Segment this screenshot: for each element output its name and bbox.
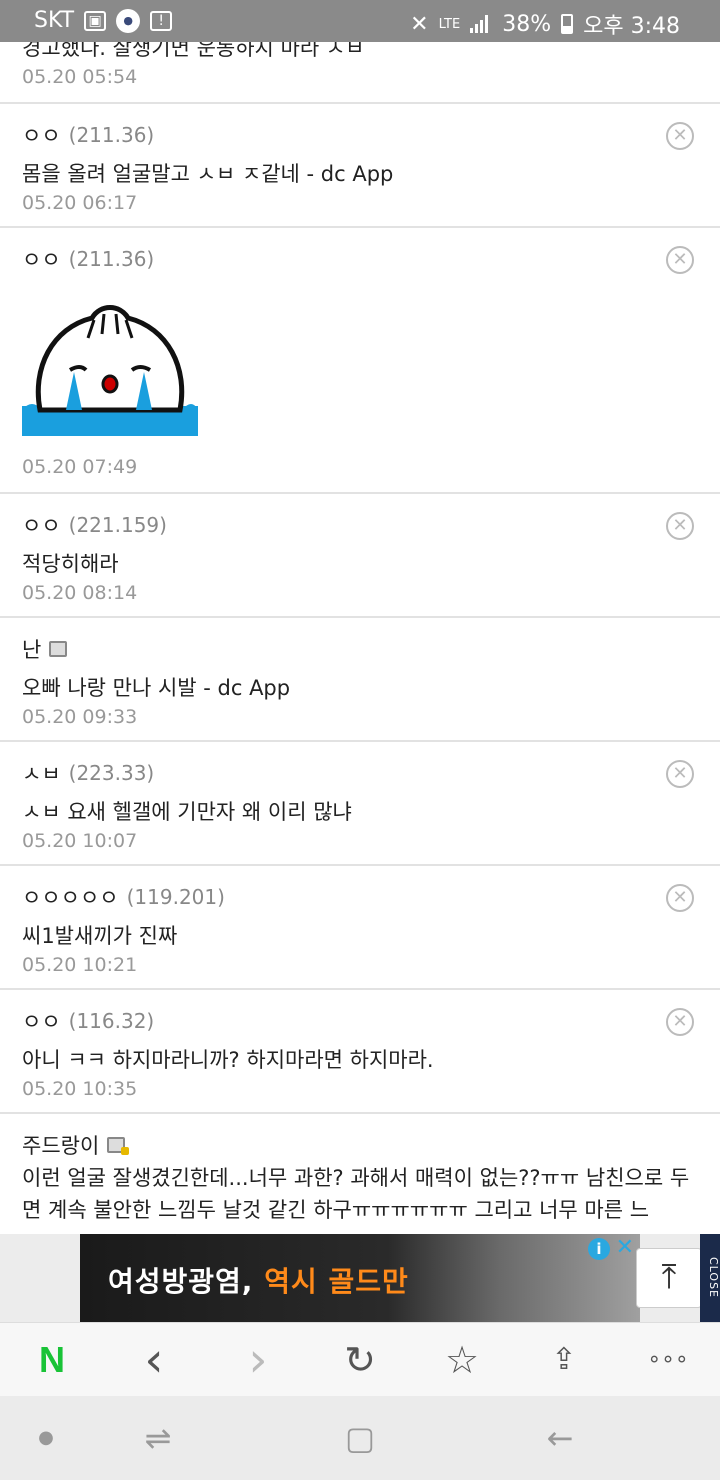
- gold-member-icon: [107, 1137, 130, 1155]
- ad-highlight-text: 역시 골드만: [264, 1265, 409, 1298]
- gallery-notification-icon: ▣: [84, 10, 107, 31]
- comment-ip: (221.159): [68, 513, 167, 537]
- comment-date: 05.20 07:49: [22, 456, 138, 478]
- back-button[interactable]: ‹: [124, 1335, 184, 1385]
- comment-author[interactable]: 난: [22, 634, 41, 664]
- comment-text: 아니 ㅋㅋ 하지마라니까? 하지마라면 하지마라.: [22, 1048, 434, 1072]
- comment-text: 오빠 나랑 만나 시발 - dc App: [22, 676, 291, 700]
- comment-ip: (119.201): [126, 885, 225, 909]
- comment-item: ㅇㅇ (116.32) ✕ 아니 ㅋㅋ 하지마라니까? 하지마라면 하지마라. …: [0, 990, 720, 1114]
- more-button[interactable]: ∘∘∘: [638, 1335, 698, 1385]
- comment-date: 05.20 08:14: [22, 582, 138, 604]
- mute-icon: ✕: [410, 11, 429, 37]
- crying-dumpling-emoticon: [22, 305, 198, 436]
- comment-item: 주드랑이 이런 얼굴 잘생겼긴한데...너무 과한? 과해서 매력이 없는??ㅠ…: [0, 1114, 720, 1234]
- comment-item: ㅇㅇ (221.159) ✕ 적당히해라 05.20 08:14: [0, 494, 720, 618]
- recent-apps-button[interactable]: ⇌: [128, 1416, 188, 1460]
- status-bar: SKT ▣ ● ! ✕ LTE 38% 오후 3:48: [0, 0, 720, 42]
- comment-date: 05.20 05:54: [22, 66, 138, 88]
- comment-date: 05.20 10:35: [22, 1078, 138, 1100]
- comment-text: 몸을 올려 얼굴말고 ㅅㅂ ㅈ같네 - dc App: [22, 162, 394, 186]
- signal-icon: [470, 15, 492, 33]
- bookmark-button[interactable]: ☆: [432, 1335, 492, 1385]
- comment-date: 05.20 10:21: [22, 954, 138, 976]
- comment-list[interactable]: 경고했다. 잘생기면 운동하지 마라 ㅅㅂ 05.20 05:54 ㅇㅇ (21…: [0, 42, 720, 1234]
- carrier-label: SKT: [34, 8, 75, 33]
- scroll-to-top-button[interactable]: ⤒: [636, 1248, 702, 1308]
- comment-text: ㅅㅂ 요새 헬갤에 기만자 왜 이리 많냐: [22, 800, 352, 824]
- comment-author[interactable]: ㅇㅇ: [22, 510, 61, 540]
- comment-author[interactable]: 주드랑이: [22, 1130, 99, 1160]
- comment-ip: (116.32): [68, 1009, 155, 1033]
- ad-headline-text: 여성방광염,: [108, 1265, 254, 1298]
- comment-ip: (211.36): [68, 247, 155, 271]
- network-label: LTE: [438, 16, 461, 32]
- ad-headline: 여성방광염, 역시 골드만: [108, 1260, 409, 1300]
- clock: 오후 3:48: [583, 14, 680, 39]
- comment-item: ㅇㅇ (211.36) ✕ 05.20 07:49: [0, 228, 720, 494]
- comment-item: ㅅㅂ (223.33) ✕ ㅅㅂ 요새 헬갤에 기만자 왜 이리 많냐 05.2…: [0, 742, 720, 866]
- delete-comment-icon[interactable]: ✕: [666, 1008, 694, 1036]
- gallery-member-icon: [49, 641, 68, 657]
- delete-comment-icon[interactable]: ✕: [666, 512, 694, 540]
- delete-comment-icon[interactable]: ✕: [666, 884, 694, 912]
- comment-text: 이런 얼굴 잘생겼긴한데...너무 과한? 과해서 매력이 없는??ㅠㅠ 남친으…: [22, 1166, 690, 1222]
- comment-ip: (223.33): [68, 761, 155, 785]
- comment-author[interactable]: ㅇㅇ: [22, 1006, 61, 1036]
- system-back-button[interactable]: ←: [530, 1416, 590, 1460]
- comment-author[interactable]: ㅅㅂ: [22, 758, 61, 788]
- comment-author[interactable]: ㅇㅇㅇㅇㅇ: [22, 882, 119, 912]
- app-notification-icon: ●: [116, 8, 141, 33]
- alert-notification-icon: !: [150, 10, 173, 31]
- comment-item: ㅇㅇㅇㅇㅇ (119.201) ✕ 씨1발새끼가 진짜 05.20 10:21: [0, 866, 720, 990]
- ad-info-icon[interactable]: i: [588, 1238, 610, 1260]
- ad-banner[interactable]: 여성방광염, 역시 골드만 i ✕ ⤒ CLOSE: [0, 1234, 720, 1322]
- comment-author[interactable]: ㅇㅇ: [22, 120, 61, 150]
- comment-author[interactable]: ㅇㅇ: [22, 244, 61, 274]
- delete-comment-icon[interactable]: ✕: [666, 122, 694, 150]
- comment-item: 경고했다. 잘생기면 운동하지 마라 ㅅㅂ 05.20 05:54: [0, 42, 720, 104]
- delete-comment-icon[interactable]: ✕: [666, 760, 694, 788]
- battery-percent: 38%: [502, 11, 552, 37]
- comment-date: 05.20 10:07: [22, 830, 138, 852]
- nav-dot-icon: ●: [38, 1427, 54, 1448]
- battery-icon: [561, 14, 574, 34]
- refresh-button[interactable]: ↻: [330, 1335, 390, 1385]
- browser-toolbar: N ‹ › ↻ ☆ ⇪ ∘∘∘: [0, 1322, 720, 1396]
- forward-button[interactable]: ›: [228, 1335, 288, 1385]
- comment-date: 05.20 09:33: [22, 706, 138, 728]
- comment-item: 난 오빠 나랑 만나 시발 - dc App 05.20 09:33: [0, 618, 720, 742]
- ad-dismiss-icon[interactable]: ✕: [616, 1236, 634, 1260]
- comment-item: ㅇㅇ (211.36) ✕ 몸을 올려 얼굴말고 ㅅㅂ ㅈ같네 - dc App…: [0, 104, 720, 228]
- comment-text: 경고했다. 잘생기면 운동하지 마라 ㅅㅂ: [22, 42, 365, 60]
- naver-home-button[interactable]: N: [22, 1335, 82, 1385]
- delete-comment-icon[interactable]: ✕: [666, 246, 694, 274]
- comment-text: 씨1발새끼가 진짜: [22, 924, 178, 948]
- system-nav-bar: ● ⇌ ▢ ←: [0, 1396, 720, 1480]
- comment-ip: (211.36): [68, 123, 155, 147]
- comment-date: 05.20 06:17: [22, 192, 138, 214]
- share-button[interactable]: ⇪: [534, 1335, 594, 1385]
- comment-text: 적당히해라: [22, 552, 119, 576]
- ad-close-button[interactable]: CLOSE: [700, 1234, 720, 1322]
- home-button[interactable]: ▢: [330, 1416, 390, 1460]
- ad-image[interactable]: 여성방광염, 역시 골드만 i ✕: [80, 1234, 640, 1322]
